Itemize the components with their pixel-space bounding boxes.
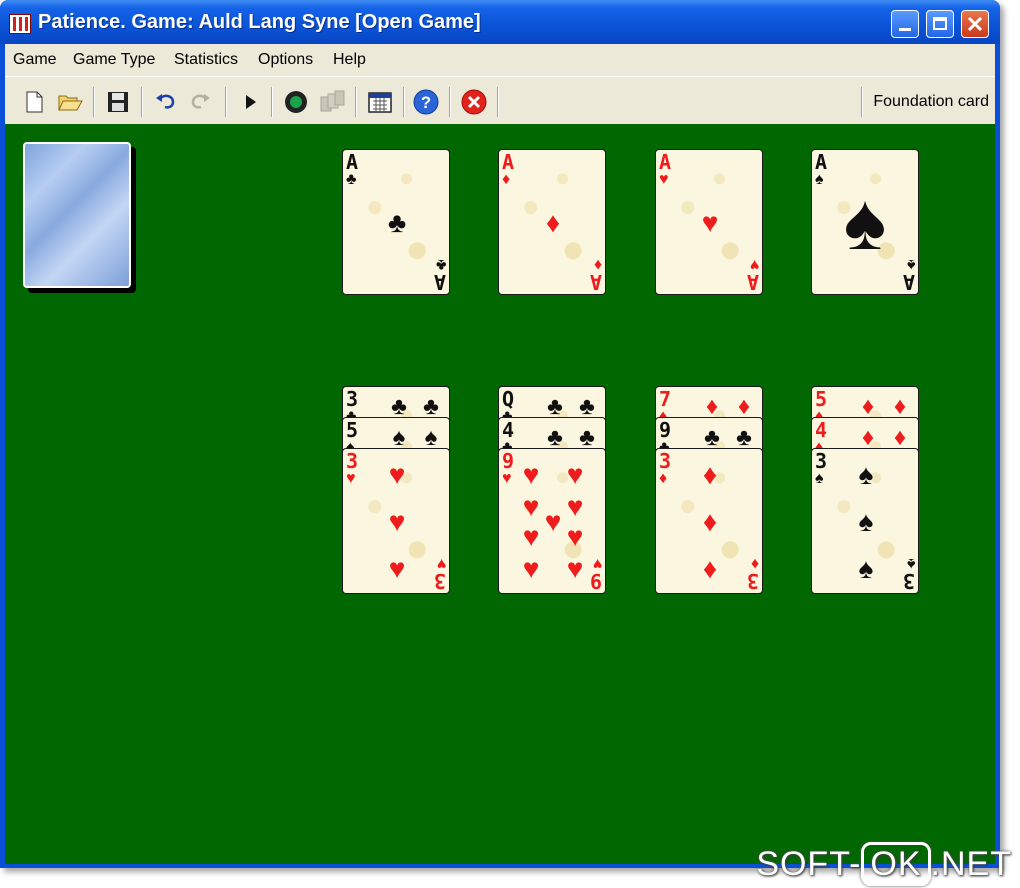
playing-card[interactable]: A ♣ A ♣ ♣ bbox=[342, 149, 450, 295]
card-pip: ♦ bbox=[702, 459, 718, 490]
status-text: Foundation card bbox=[873, 93, 989, 110]
card-suit: ♥ bbox=[659, 171, 669, 188]
card-suit-corner: ♠ bbox=[906, 555, 916, 572]
new-icon[interactable] bbox=[19, 87, 49, 117]
card-rank-corner: A bbox=[433, 270, 446, 294]
card-rank-corner: 3 bbox=[746, 569, 759, 593]
card-pip: ♥ bbox=[566, 553, 584, 584]
card-suit: ♦ bbox=[659, 470, 668, 487]
window-title: Patience. Game: Auld Lang Syne [Open Gam… bbox=[38, 11, 481, 33]
playing-card[interactable]: A ♥ A ♥ ♥ bbox=[655, 149, 763, 295]
help-icon[interactable]: ? bbox=[411, 87, 441, 117]
card-pip: ♠ bbox=[858, 553, 874, 584]
card-suit-corner: ♥ bbox=[749, 256, 760, 273]
card-rank-corner: 9 bbox=[589, 569, 602, 593]
stop-icon[interactable] bbox=[459, 87, 489, 117]
toolbar-separator bbox=[355, 87, 357, 117]
card-rank-corner: A bbox=[902, 270, 915, 294]
toolbar-separator bbox=[449, 87, 451, 117]
title-bar[interactable]: Patience. Game: Auld Lang Syne [Open Gam… bbox=[0, 0, 1000, 44]
menu-game[interactable]: Game bbox=[13, 51, 57, 69]
watermark: SOFT- OK .NET bbox=[756, 842, 1012, 886]
card-pip: ♥ bbox=[388, 506, 406, 537]
toolbar-separator bbox=[271, 87, 273, 117]
toolbar-separator bbox=[225, 87, 227, 117]
card-pip: ♥ bbox=[566, 491, 584, 522]
card-pip: ♥ bbox=[522, 459, 540, 490]
card-pip: ♥ bbox=[701, 207, 719, 238]
maximize-button[interactable] bbox=[926, 10, 954, 38]
card-suit-corner: ♦ bbox=[750, 555, 759, 572]
svg-text:?: ? bbox=[421, 93, 431, 112]
watermark-suffix: .NET bbox=[930, 845, 1012, 883]
card-pip: ♥ bbox=[544, 506, 562, 537]
card-pip: ♥ bbox=[522, 553, 540, 584]
autoplay-icon[interactable] bbox=[317, 87, 347, 117]
minimize-button[interactable] bbox=[891, 10, 919, 38]
save-icon[interactable] bbox=[103, 87, 133, 117]
card-suit: ♥ bbox=[502, 470, 512, 487]
playing-card[interactable]: A ♠ A ♠ ♠ bbox=[811, 149, 919, 295]
open-folder-icon[interactable] bbox=[55, 87, 85, 117]
toolbar-separator bbox=[403, 87, 405, 117]
card-pip: ♦ bbox=[702, 553, 718, 584]
menu-statistics[interactable]: Statistics bbox=[174, 51, 238, 69]
card-pip: ♠ bbox=[843, 177, 887, 266]
card-pip: ♣ bbox=[387, 207, 407, 238]
menu-options[interactable]: Options bbox=[258, 51, 313, 69]
card-pip: ♥ bbox=[522, 491, 540, 522]
card-pip: ♠ bbox=[858, 506, 874, 537]
card-suit-corner: ♦ bbox=[593, 256, 602, 273]
menu-game-type[interactable]: Game Type bbox=[73, 51, 155, 69]
card-pip: ♦ bbox=[545, 207, 561, 238]
record-icon[interactable] bbox=[281, 87, 311, 117]
card-suit-corner: ♥ bbox=[592, 555, 603, 572]
card-suit-corner: ♠ bbox=[906, 256, 916, 273]
playing-card[interactable]: 3 ♠ 3 ♠ ♠ ♠ ♠ bbox=[811, 448, 919, 594]
card-suit: ♠ bbox=[815, 470, 824, 487]
playing-card[interactable]: A ♦ A ♦ ♦ bbox=[498, 149, 606, 295]
card-pip: ♥ bbox=[522, 521, 540, 552]
card-suit: ♦ bbox=[502, 171, 511, 188]
stock-pile[interactable] bbox=[23, 142, 131, 288]
close-button[interactable] bbox=[961, 10, 989, 38]
playing-card[interactable]: 3 ♦ 3 ♦ ♦ ♦ ♦ bbox=[655, 448, 763, 594]
card-pip: ♥ bbox=[388, 553, 406, 584]
card-suit-corner: ♣ bbox=[435, 256, 447, 273]
card-rank-corner: A bbox=[746, 270, 759, 294]
card-rank-corner: A bbox=[589, 270, 602, 294]
toolbar-separator bbox=[497, 87, 499, 117]
app-window: Patience. Game: Auld Lang Syne [Open Gam… bbox=[0, 0, 1000, 868]
redo-icon[interactable] bbox=[185, 87, 215, 117]
card-suit: ♠ bbox=[815, 171, 824, 188]
menu-bar: Game Game Type Statistics Options Help bbox=[5, 44, 995, 76]
card-pip: ♥ bbox=[566, 459, 584, 490]
toolbar-separator bbox=[141, 87, 143, 117]
card-pip: ♥ bbox=[388, 459, 406, 490]
close-icon bbox=[967, 16, 983, 32]
watermark-boxed: OK bbox=[861, 842, 931, 886]
undo-icon[interactable] bbox=[151, 87, 181, 117]
game-table: A♣A♣♣A♦A♦♦A♥A♥♥A♠A♠♠ 3♣♣♣5♠♠♠3♥3♥♥♥♥Q♣♣♣… bbox=[5, 124, 995, 864]
card-rank-corner: 3 bbox=[433, 569, 446, 593]
toolbar: ? Foundation card bbox=[5, 76, 995, 124]
playing-card[interactable]: 9 ♥ 9 ♥ ♥ ♥ ♥ ♥ ♥ ♥ ♥ ♥ ♥ bbox=[498, 448, 606, 594]
playing-card[interactable]: 3 ♥ 3 ♥ ♥ ♥ ♥ bbox=[342, 448, 450, 594]
card-suit: ♣ bbox=[346, 171, 357, 188]
watermark-prefix: SOFT- bbox=[756, 845, 862, 883]
calendar-icon[interactable] bbox=[365, 87, 395, 117]
app-icon bbox=[9, 14, 31, 34]
card-pip: ♠ bbox=[858, 459, 874, 490]
play-icon[interactable] bbox=[235, 87, 265, 117]
card-pip: ♥ bbox=[566, 521, 584, 552]
card-rank-corner: 3 bbox=[902, 569, 915, 593]
card-pip: ♦ bbox=[702, 506, 718, 537]
menu-help[interactable]: Help bbox=[333, 51, 366, 69]
toolbar-separator bbox=[93, 87, 95, 117]
card-suit-corner: ♥ bbox=[436, 555, 447, 572]
toolbar-separator bbox=[861, 87, 863, 117]
card-suit: ♥ bbox=[346, 470, 356, 487]
